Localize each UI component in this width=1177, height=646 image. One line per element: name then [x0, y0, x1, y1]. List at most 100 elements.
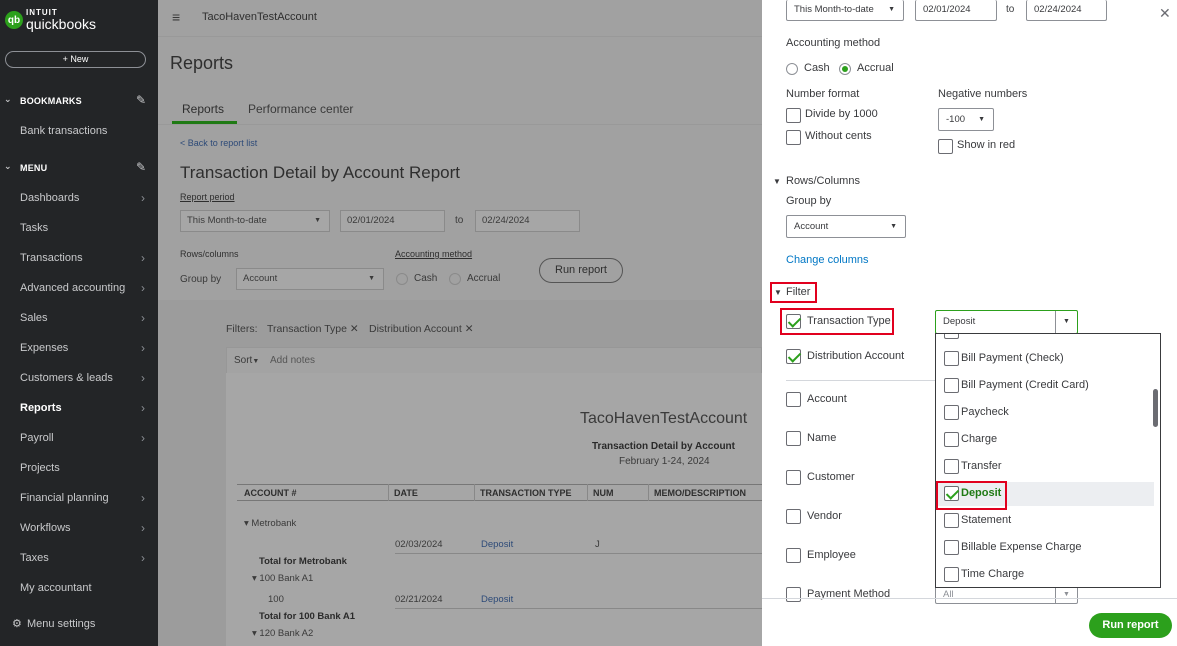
report-column-header[interactable]: TRANSACTION TYPE [480, 488, 572, 498]
cash-radio[interactable] [786, 63, 798, 75]
dropdown-billable-expense-charge-checkbox[interactable] [944, 540, 959, 555]
menu-section[interactable]: ⌄ MENU ✎ [0, 160, 158, 177]
dropdown-deposit-checkbox[interactable] [944, 486, 959, 501]
date-to-input[interactable]: 02/24/2024 [475, 210, 580, 232]
menu-settings-button[interactable]: ⚙ Menu settings [12, 617, 95, 630]
new-button[interactable]: + New [5, 51, 146, 68]
dropdown-item-deposit[interactable]: Deposit [936, 482, 1154, 506]
collapse-menu-icon[interactable]: ≡ [172, 9, 180, 25]
dropdown-item-credit[interactable]: Credit [936, 334, 1154, 344]
dropdown-bill-payment-credit-card--checkbox[interactable] [944, 378, 959, 393]
report-column-header[interactable]: NUM [593, 488, 614, 498]
filter-chip-transaction-type[interactable]: Transaction Type ✕ [267, 323, 359, 335]
sidebar-item-sales[interactable]: Sales [20, 312, 48, 324]
report-column-header[interactable]: ACCOUNT # [244, 488, 297, 498]
run-report-button[interactable]: Run report [1089, 613, 1172, 638]
sidebar-item-financial-planning[interactable]: Financial planning [20, 492, 109, 504]
divide-by-1000-checkbox[interactable] [786, 108, 801, 123]
change-columns-link[interactable]: Change columns [786, 254, 869, 266]
sidebar-item-dashboards[interactable]: Dashboards [20, 192, 79, 204]
close-panel-icon[interactable]: ✕ [1159, 5, 1171, 22]
close-icon[interactable]: ✕ [465, 323, 474, 335]
sidebar-item-advanced-accounting[interactable]: Advanced accounting [20, 282, 125, 294]
dropdown-credit-checkbox[interactable] [944, 334, 959, 339]
dropdown-item-label: Bill Payment (Check) [961, 352, 1064, 364]
sidebar-item-payroll[interactable]: Payroll [20, 432, 54, 444]
dropdown-charge-checkbox[interactable] [944, 432, 959, 447]
negative-numbers-select[interactable]: -100 ▼ [938, 108, 994, 131]
bookmark-bank-transactions[interactable]: Bank transactions [20, 125, 107, 137]
sidebar-item-expenses[interactable]: Expenses [20, 342, 68, 354]
report-column-header[interactable]: MEMO/DESCRIPTION [654, 488, 746, 498]
report-group-row[interactable]: ▾ Metrobank [244, 518, 296, 529]
dropdown-item-billable-expense-charge[interactable]: Billable Expense Charge [936, 536, 1154, 560]
caret-down-icon[interactable]: ▼ [773, 177, 781, 186]
filter-account-checkbox[interactable] [786, 392, 801, 407]
report-cell-type[interactable]: Deposit [481, 539, 513, 550]
show-in-red-checkbox[interactable] [938, 139, 953, 154]
dropdown-item-bill-payment-check-[interactable]: Bill Payment (Check) [936, 347, 1154, 371]
filter-vendor-checkbox[interactable] [786, 509, 801, 524]
back-to-report-list-link[interactable]: < Back to report list [180, 138, 257, 148]
sort-button[interactable]: Sort▼ [234, 355, 259, 366]
transaction-type-dropdown[interactable]: Credit Bill Payment (Check) Bill Payment (… [935, 333, 1161, 588]
dropdown-scrollbar[interactable] [1153, 389, 1158, 427]
filter-name-checkbox[interactable] [786, 431, 801, 446]
without-cents-checkbox[interactable] [786, 130, 801, 145]
tab-performance-center[interactable]: Performance center [248, 102, 353, 116]
accrual-radio[interactable] [449, 273, 461, 285]
group-by-select[interactable]: Account ▼ [236, 268, 384, 290]
dropdown-paycheck-checkbox[interactable] [944, 405, 959, 420]
run-report-button-background[interactable]: Run report [539, 258, 623, 283]
dropdown-item-paycheck[interactable]: Paycheck [936, 401, 1154, 425]
dropdown-statement-checkbox[interactable] [944, 513, 959, 528]
filter-heading[interactable]: Filter [786, 286, 810, 298]
transaction-type-select[interactable]: Deposit ▼ [935, 310, 1078, 334]
sidebar-item-my-accountant[interactable]: My accountant [20, 582, 92, 594]
caret-down-icon[interactable]: ▼ [774, 288, 782, 297]
dropdown-item-time-charge[interactable]: Time Charge [936, 563, 1154, 587]
add-notes-button[interactable]: Add notes [270, 355, 315, 366]
dropdown-item-transfer[interactable]: Transfer [936, 455, 1154, 479]
tab-reports[interactable]: Reports [182, 102, 224, 116]
report-group-row[interactable]: ▾ 120 Bank A2 [252, 628, 313, 639]
filter-payment-method-checkbox[interactable] [786, 587, 801, 602]
filter-chip-distribution-account[interactable]: Distribution Account ✕ [369, 323, 474, 335]
edit-menu-icon[interactable]: ✎ [136, 160, 146, 174]
dropdown-transfer-checkbox[interactable] [944, 459, 959, 474]
rows-columns-label: Rows/columns [180, 249, 239, 259]
date-from-input[interactable]: 02/01/2024 [340, 210, 445, 232]
report-cell-type[interactable]: Deposit [481, 594, 513, 605]
payment-method-select[interactable]: All ▼ [935, 586, 1078, 604]
report-column-header[interactable]: DATE [394, 488, 418, 498]
sidebar-item-taxes[interactable]: Taxes [20, 552, 49, 564]
sidebar-item-workflows[interactable]: Workflows [20, 522, 71, 534]
panel-date-from-input[interactable]: 02/01/2024 [915, 0, 997, 21]
report-group-row[interactable]: ▾ 100 Bank A1 [252, 573, 313, 584]
sidebar-item-transactions[interactable]: Transactions [20, 252, 83, 264]
panel-period-select[interactable]: This Month-to-date ▼ [786, 0, 904, 21]
filter-customer-checkbox[interactable] [786, 470, 801, 485]
sidebar-item-tasks[interactable]: Tasks [20, 222, 48, 234]
dropdown-time-charge-checkbox[interactable] [944, 567, 959, 582]
sidebar-item-projects[interactable]: Projects [20, 462, 60, 474]
dropdown-item-charge[interactable]: Charge [936, 428, 1154, 452]
accrual-radio[interactable] [839, 63, 851, 75]
dropdown-bill-payment-check--checkbox[interactable] [944, 351, 959, 366]
filter-employee-checkbox[interactable] [786, 548, 801, 563]
dropdown-item-bill-payment-credit-card-[interactable]: Bill Payment (Credit Card) [936, 374, 1154, 398]
report-period-select[interactable]: This Month-to-date ▼ [180, 210, 330, 232]
sidebar-item-reports[interactable]: Reports [20, 402, 62, 414]
cash-radio[interactable] [396, 273, 408, 285]
group-by-select[interactable]: Account ▼ [786, 215, 906, 238]
edit-bookmarks-icon[interactable]: ✎ [136, 93, 146, 107]
close-icon[interactable]: ✕ [350, 323, 359, 335]
dropdown-item-statement[interactable]: Statement [936, 509, 1154, 533]
panel-date-to-input[interactable]: 02/24/2024 [1026, 0, 1107, 21]
rows-columns-heading[interactable]: Rows/Columns [786, 175, 860, 187]
quickbooks-logo-icon[interactable]: qb [5, 11, 23, 29]
filter-transaction-type-checkbox[interactable] [786, 314, 801, 329]
bookmarks-section[interactable]: ⌄ BOOKMARKS ✎ [0, 93, 158, 110]
sidebar-item-customers-leads[interactable]: Customers & leads [20, 372, 113, 384]
filter-distribution-account-checkbox[interactable] [786, 349, 801, 364]
